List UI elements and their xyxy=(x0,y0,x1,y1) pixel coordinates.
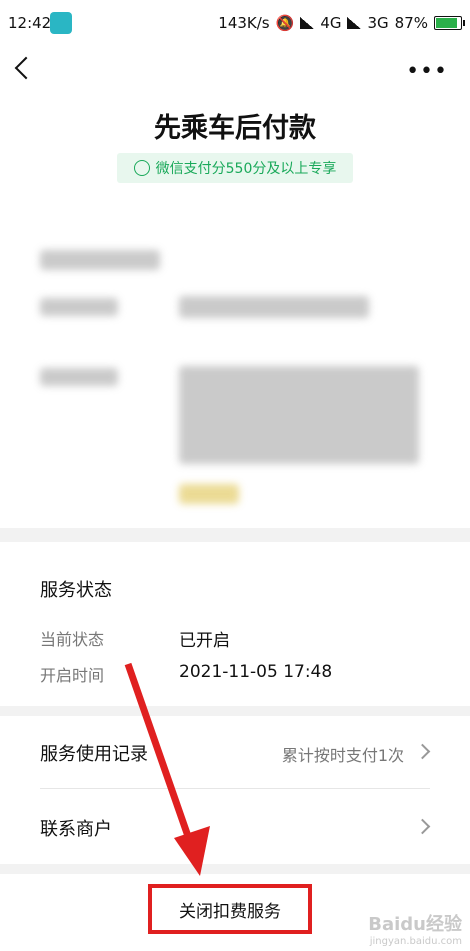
row-divider xyxy=(40,788,430,789)
badge-icon xyxy=(133,160,150,176)
chevron-right-icon xyxy=(414,743,431,760)
usage-record-value: 累计按时支付1次 xyxy=(281,746,404,765)
blurred-label-2 xyxy=(40,368,118,386)
blurred-tag xyxy=(179,484,239,504)
signal-3g: 3G xyxy=(367,14,389,32)
status-time: 12:42 xyxy=(8,14,52,32)
blurred-value-2 xyxy=(179,366,419,464)
actions-card: 服务使用记录 累计按时支付1次 联系商户 xyxy=(0,716,470,864)
blurred-value-1 xyxy=(179,296,369,318)
signal-4g: 4G xyxy=(320,14,342,32)
watermark: Baidu经验 jingyan.baidu.com xyxy=(368,910,462,947)
more-icon[interactable]: ••• xyxy=(406,61,448,83)
net-speed: 143K/s xyxy=(218,14,270,32)
start-time-value: 2021-11-05 17:48 xyxy=(179,662,333,682)
signal-icon-2 xyxy=(347,17,362,29)
usage-record-title: 服务使用记录 xyxy=(40,744,148,765)
badge-text: 微信支付分550分及以上专享 xyxy=(155,161,337,177)
watermark-text: Baidu经验 xyxy=(368,914,462,935)
start-time-label: 开启时间 xyxy=(40,666,105,685)
battery-icon xyxy=(434,16,465,30)
scan-icon xyxy=(50,12,72,34)
status-bar: 12:42 143K/s 🔕 4G 3G 87% xyxy=(0,0,470,48)
footer-bar: 关闭扣费服务 Baidu经验 jingyan.baidu.com xyxy=(0,874,470,951)
blurred-heading xyxy=(40,250,160,270)
current-status-label: 当前状态 xyxy=(40,630,105,649)
service-status-card: 服务状态 当前状态 已开启 开启时间 2021-11-05 17:48 xyxy=(0,542,470,706)
page-title: 先乘车后付款 xyxy=(154,113,316,144)
blurred-label-1 xyxy=(40,298,118,316)
contact-merchant-title: 联系商户 xyxy=(40,819,112,840)
chevron-right-icon xyxy=(414,818,431,835)
close-deduction-button[interactable]: 关闭扣费服务 xyxy=(148,884,312,934)
watermark-sub: jingyan.baidu.com xyxy=(369,936,462,947)
status-right: 143K/s 🔕 4G 3G 87% xyxy=(218,14,465,32)
score-badge: 微信支付分550分及以上专享 xyxy=(117,153,353,183)
service-status-title: 服务状态 xyxy=(40,580,112,601)
current-status-value: 已开启 xyxy=(179,631,230,651)
contact-merchant-row[interactable]: 联系商户 xyxy=(0,791,470,863)
battery-percent: 87% xyxy=(394,14,428,32)
bell-muted-icon: 🔕 xyxy=(275,14,295,32)
usage-record-row[interactable]: 服务使用记录 累计按时支付1次 xyxy=(0,716,470,788)
signal-icon xyxy=(300,17,315,29)
battery-fill xyxy=(436,18,457,28)
